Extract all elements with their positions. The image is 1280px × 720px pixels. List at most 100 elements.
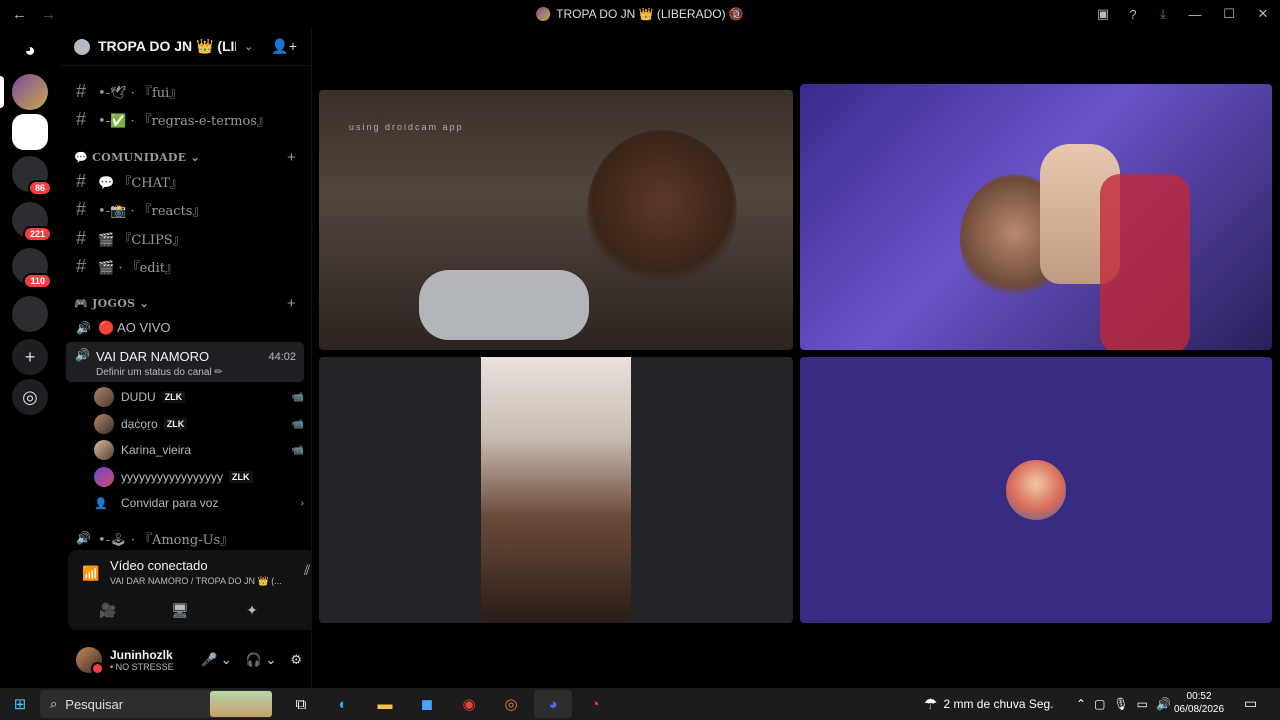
taskbar-clock[interactable]: 00:52 06/08/2026 (1174, 690, 1224, 716)
signal-icon[interactable]: 📶 (82, 565, 99, 582)
volume-icon[interactable]: 🔊 (1156, 697, 1171, 711)
server-folder-4-icon[interactable] (12, 296, 48, 332)
discover-icon[interactable]: ◎ (12, 379, 48, 415)
connection-status: Vídeo conectado (110, 558, 208, 573)
video-tile-no-camera[interactable] (800, 357, 1272, 623)
create-channel-icon[interactable]: + (287, 149, 296, 166)
channel-label: 💬 『CHAT』 (98, 175, 183, 191)
video-grid: using droidcam app (312, 28, 1280, 688)
server-rail: ◕ 86 221 110 + ◎ (0, 28, 60, 688)
microphone-icon[interactable]: 🎤 ⌄ (201, 652, 232, 668)
server-777-icon[interactable] (12, 114, 48, 150)
channel-item[interactable]: # •-📸 · 『reacts』 (68, 196, 304, 222)
chrome-icon[interactable]: ◉ (450, 690, 488, 718)
invite-label: Convidar para voz (121, 496, 219, 510)
channel-item[interactable]: # 🎬 · 『edit』 (68, 253, 304, 279)
minimize-button[interactable]: — (1178, 7, 1212, 22)
headset-icon[interactable]: 🎧 ⌄ (246, 652, 277, 668)
weather-widget[interactable]: ☂ 2 mm de chuva Seg. (924, 688, 1054, 720)
avatar (94, 414, 114, 434)
channel-status-button[interactable]: Definir um status do canal ✏ (96, 367, 223, 378)
camera-icon: 📹 (291, 444, 304, 456)
create-channel-icon[interactable]: + (287, 295, 296, 312)
hash-icon: # (76, 108, 87, 129)
discord-taskbar-icon[interactable]: ◕ (534, 690, 572, 718)
hash-icon: # (76, 170, 87, 191)
task-view-icon[interactable]: ⧉ (282, 690, 320, 718)
user-controls: 🎤 ⌄ 🎧 ⌄ ⚙ (201, 652, 302, 668)
voice-user[interactable]: DUDU ZLK 📹 (94, 384, 304, 410)
user-info[interactable]: Juninhozlk • NO STRESSE (110, 648, 174, 672)
rain-icon: ☂ (924, 696, 938, 713)
custom-status: • NO STRESSE (110, 662, 174, 672)
settings-icon[interactable]: ⚙ (290, 652, 302, 668)
windows-start-icon[interactable]: ⊞ (0, 695, 40, 713)
invite-people-icon[interactable]: 👤+ (271, 38, 297, 55)
voice-channel-among-us[interactable]: 🔊 •-🕹 · 『Among-Us』 (68, 525, 304, 551)
app-icon[interactable]: ◔ (576, 690, 614, 718)
voice-user[interactable]: Karina_vieira 📹 (94, 437, 304, 463)
taskbar-search[interactable]: ⌕ Pesquisar (40, 690, 272, 718)
avatar (94, 387, 114, 407)
user-name: DUDU (121, 390, 156, 404)
activity-button[interactable]: ✦ (222, 598, 282, 622)
invite-to-voice[interactable]: 👤 Convidar para voz › (94, 490, 304, 516)
network-icon[interactable]: ▭ (1137, 697, 1148, 711)
avatar[interactable] (76, 647, 104, 675)
channel-item[interactable]: # 💬 『CHAT』 (68, 168, 304, 194)
channel-label: •-📸 · 『reacts』 (98, 203, 206, 219)
video-tile[interactable]: using droidcam app (319, 90, 793, 350)
channel-label: 🎬 · 『edit』 (98, 260, 178, 276)
add-server-icon[interactable]: + (12, 339, 48, 375)
discord-home-icon[interactable]: ◕ (12, 32, 48, 68)
channel-item[interactable]: # 🎬 『CLIPS』 (68, 225, 304, 251)
screen-share-button[interactable]: 🖥 (150, 598, 210, 622)
unread-badge: 86 (27, 180, 52, 196)
maximize-button[interactable]: ☐ (1212, 6, 1246, 22)
connection-location[interactable]: VAI DAR NAMORO / TROPA DO JN 👑 (... (110, 576, 282, 587)
window-controls: ▣ ? ⤓ — ☐ ✕ (1088, 0, 1280, 28)
video-tile[interactable] (800, 84, 1272, 350)
app-icon[interactable]: ◎ (492, 690, 530, 718)
notification-icon[interactable]: ▭ (1244, 695, 1257, 712)
system-tray: ⌃ ▢ 🎙 ▭ 🔊 (1076, 688, 1171, 720)
server-name: TROPA DO JN 👑 (LIBER... (98, 38, 236, 54)
microphone-tray-icon[interactable]: 🎙 (1113, 697, 1128, 711)
back-button[interactable]: ← (12, 6, 27, 23)
download-icon[interactable]: ⤓ (1148, 6, 1178, 22)
chevron-up-icon[interactable]: ⌃ (1076, 697, 1086, 711)
window-title: TROPA DO JN 👑 (LIBERADO) 🔞 (536, 7, 744, 21)
voice-user[interactable]: yyyyyyyyyyyyyyyyy ZLK (94, 464, 304, 490)
category-label: 💬 COMUNIDADE ⌄ (74, 150, 201, 164)
voice-channel-active[interactable]: 🔊 VAI DAR NAMORO 44:02 Definir um status… (66, 342, 304, 382)
channel-item[interactable]: # •-✅ · 『regras-e-termos』 (68, 106, 304, 132)
add-user-icon: 👤 (94, 497, 108, 510)
channel-item[interactable]: # •-🕊 · 『fui』 (68, 78, 304, 104)
category-comunidade[interactable]: 💬 COMUNIDADE ⌄ + (74, 148, 304, 166)
forward-button[interactable]: → (41, 6, 56, 23)
user-panel: Juninhozlk • NO STRESSE 🎤 ⌄ 🎧 ⌄ ⚙ (60, 632, 312, 688)
channel-label: 🔴 AO VIVO (98, 320, 171, 335)
video-button[interactable]: 🎥 (78, 598, 138, 622)
server-header[interactable]: TROPA DO JN 👑 (LIBER... ⌄ 👤+ (60, 28, 311, 66)
server-badge-icon (74, 38, 90, 55)
noise-suppression-icon[interactable]: ⫽ (304, 562, 310, 579)
user-tag: ZLK (161, 391, 186, 403)
store-icon[interactable]: ◼ (408, 690, 446, 718)
help-icon[interactable]: ? (1118, 7, 1148, 22)
chevron-right-icon: › (300, 497, 304, 509)
server-tropa-icon[interactable] (12, 74, 48, 110)
voice-channel-ao-vivo[interactable]: 🔊 🔴 AO VIVO (68, 315, 304, 341)
speaker-icon: 🔊 (76, 531, 91, 545)
voice-user[interactable]: ḋạċọṟọ ZLK 📹 (94, 411, 304, 437)
search-icon: ⌕ (50, 696, 58, 711)
edge-icon[interactable]: ◐ (324, 690, 362, 718)
user-name: ḋạċọṟọ (121, 417, 158, 431)
inbox-icon[interactable]: ▣ (1088, 6, 1118, 22)
file-explorer-icon[interactable]: ▬ (366, 690, 404, 718)
close-button[interactable]: ✕ (1246, 6, 1280, 22)
tray-app-icon[interactable]: ▢ (1094, 697, 1105, 711)
taskbar-apps: ⧉ ◐ ▬ ◼ ◉ ◎ ◕ ◔ (282, 690, 614, 718)
video-tile[interactable] (319, 357, 793, 623)
category-jogos[interactable]: 🎮 JOGOS ⌄ + (74, 294, 304, 312)
